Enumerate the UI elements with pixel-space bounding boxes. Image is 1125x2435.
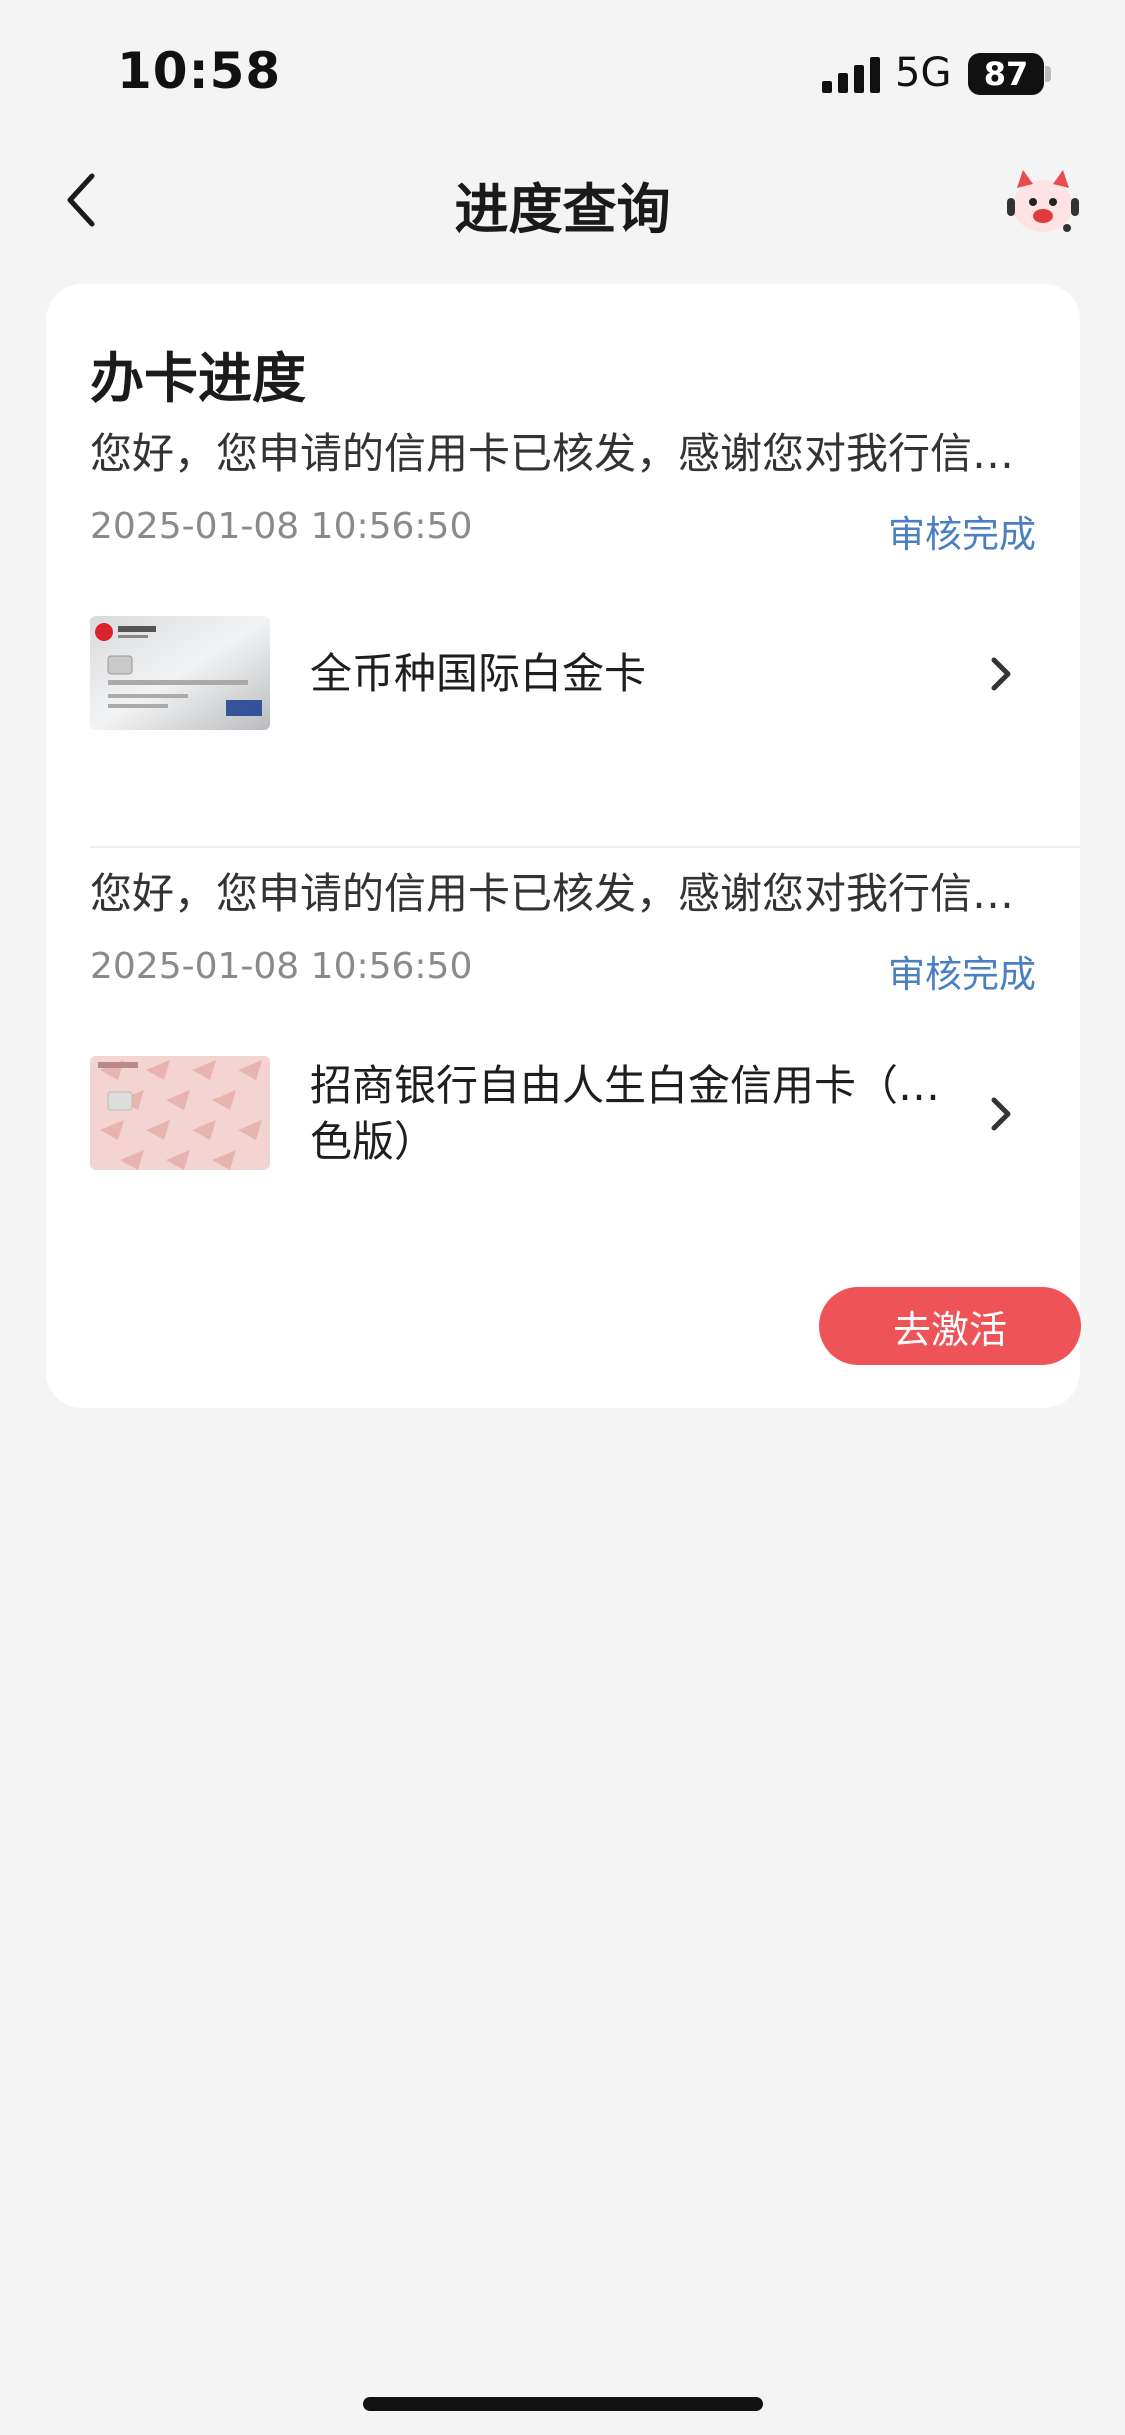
home-indicator[interactable]: [363, 2397, 763, 2411]
chevron-right-icon: [991, 1097, 1011, 1131]
status-bar: 10:58 5G 87: [0, 0, 1125, 140]
record-status: 审核完成: [888, 513, 1036, 556]
chevron-left-icon: [67, 173, 95, 227]
battery-icon: 87: [968, 53, 1044, 95]
network-label: 5G: [895, 50, 952, 96]
page-title: 进度查询: [454, 178, 671, 241]
chevron-right-icon: [991, 657, 1011, 691]
activate-button[interactable]: 去激活: [819, 1287, 1081, 1365]
section-title: 办卡进度: [90, 347, 306, 410]
card-name-line1: 招商银行自由人生白金信用卡（…: [310, 1061, 941, 1110]
record-message: 您好，您申请的信用卡已核发，感谢您对我行信…: [90, 429, 1015, 478]
assistant-mascot-icon: [1007, 170, 1079, 232]
card-name: 全币种国际白金卡: [310, 649, 647, 698]
signal-icon: [822, 57, 880, 93]
battery-level: 87: [983, 55, 1029, 93]
divider: [90, 846, 1080, 848]
card-item-row[interactable]: 招商银行自由人生白金信用卡（… 色版）: [90, 1056, 1036, 1172]
card-item-row[interactable]: 全币种国际白金卡: [90, 616, 1036, 732]
assistant-button[interactable]: [1005, 168, 1081, 236]
record-message: 您好，您申请的信用卡已核发，感谢您对我行信…: [90, 869, 1015, 918]
battery-tip: [1045, 66, 1051, 82]
card-name-line2: 色版）: [310, 1117, 437, 1166]
back-button[interactable]: [52, 170, 112, 230]
card-image: [90, 616, 270, 730]
nav-bar: 进度查询: [0, 140, 1125, 260]
card-name: 招商银行自由人生白金信用卡（… 色版）: [310, 1058, 940, 1170]
status-time: 10:58: [117, 42, 282, 100]
record-status: 审核完成: [888, 953, 1036, 996]
record-date: 2025-01-08 10:56:50: [90, 946, 473, 987]
progress-card: 办卡进度 您好，您申请的信用卡已核发，感谢您对我行信… 2025-01-08 1…: [46, 284, 1081, 1408]
record-date: 2025-01-08 10:56:50: [90, 506, 473, 547]
card-image: [90, 1056, 270, 1170]
